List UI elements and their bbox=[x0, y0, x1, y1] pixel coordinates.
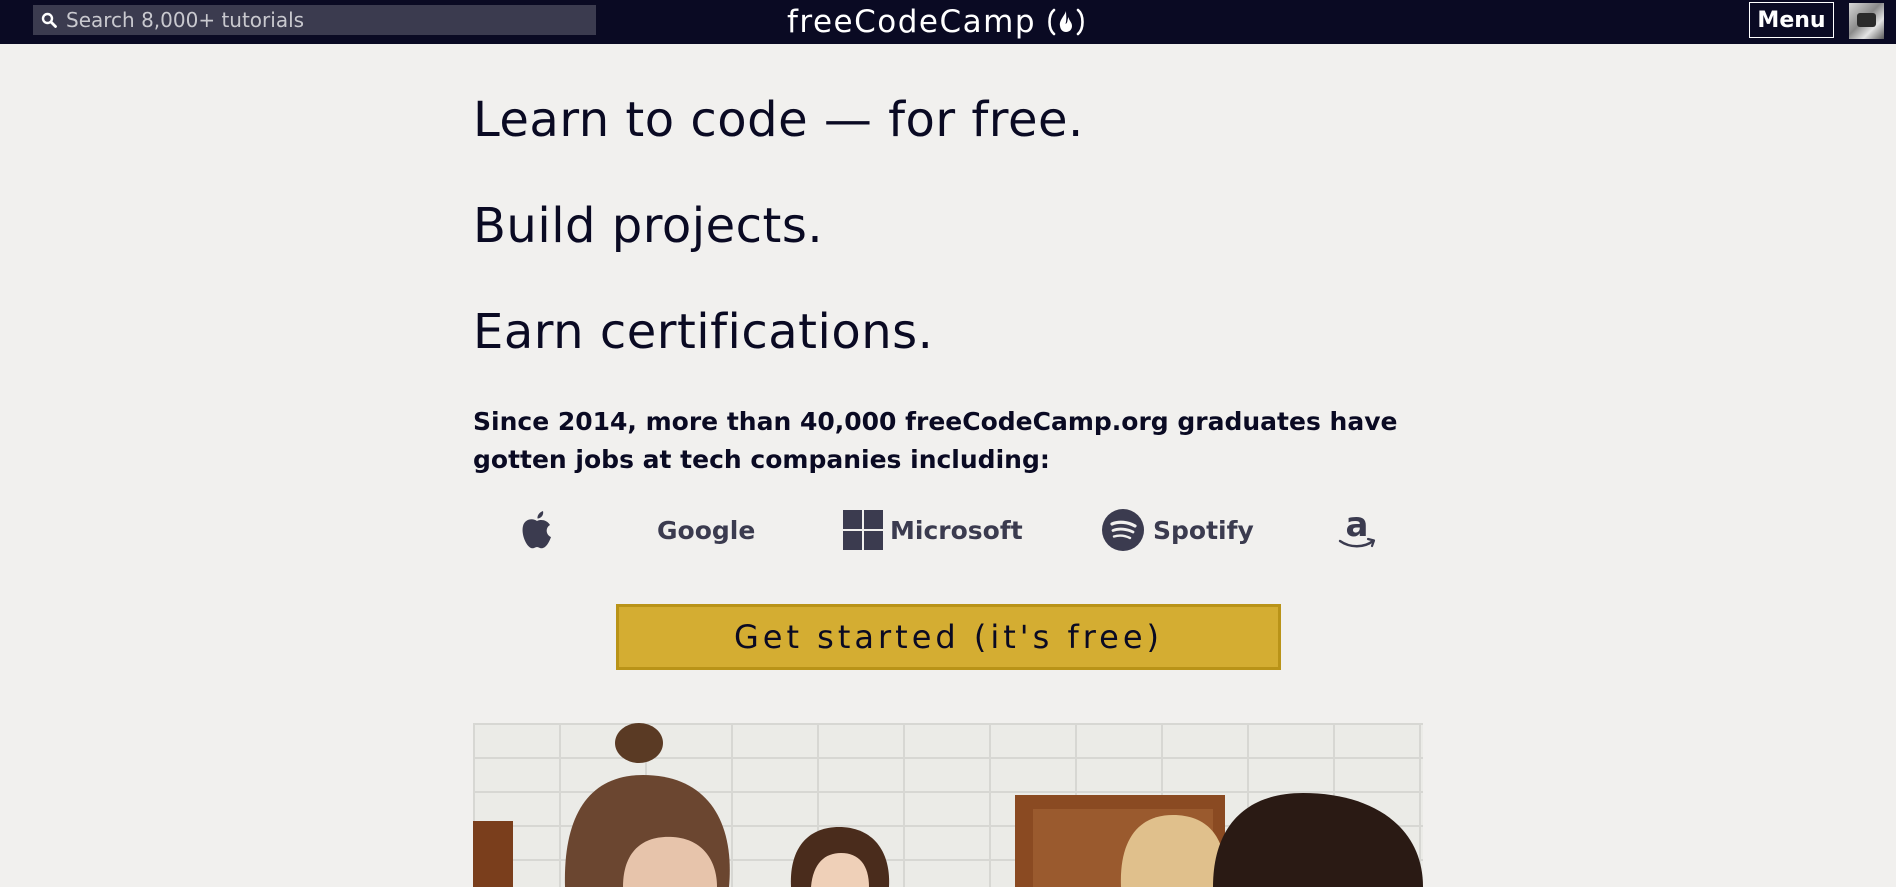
search-input[interactable] bbox=[66, 8, 596, 32]
hero-image bbox=[473, 723, 1423, 887]
search-bar[interactable] bbox=[33, 5, 596, 35]
company-google: Google bbox=[657, 500, 755, 560]
hero-photo-illustration bbox=[473, 723, 1423, 887]
top-navbar: freeCodeCamp Menu bbox=[0, 0, 1896, 44]
svg-text:a: a bbox=[1346, 508, 1369, 545]
flame-icon bbox=[1046, 7, 1086, 37]
amazon-icon: a bbox=[1338, 508, 1376, 548]
spotify-icon bbox=[1102, 509, 1144, 551]
company-spotify: Spotify bbox=[1102, 500, 1254, 560]
company-logos: Google Microsoft Spotify a bbox=[473, 500, 1423, 560]
freecodecamp-logo[interactable]: freeCodeCamp bbox=[787, 0, 1086, 44]
google-logo-text: Google bbox=[657, 515, 756, 545]
company-microsoft: Microsoft bbox=[843, 500, 1023, 560]
microsoft-icon bbox=[843, 510, 883, 550]
microsoft-label: Microsoft bbox=[890, 515, 1023, 545]
logo-text: freeCodeCamp bbox=[787, 4, 1037, 40]
spotify-label: Spotify bbox=[1153, 515, 1254, 545]
search-icon bbox=[41, 12, 57, 28]
headline-build: Build projects. bbox=[473, 198, 824, 254]
headline-learn: Learn to code — for free. bbox=[473, 92, 1084, 148]
get-started-button[interactable]: Get started (it's free) bbox=[616, 604, 1281, 670]
headline-earn: Earn certifications. bbox=[473, 304, 934, 360]
company-apple bbox=[519, 500, 555, 560]
company-amazon: a bbox=[1337, 500, 1377, 560]
apple-icon bbox=[522, 511, 551, 549]
menu-button[interactable]: Menu bbox=[1749, 2, 1834, 38]
avatar[interactable] bbox=[1849, 3, 1884, 39]
since-text: Since 2014, more than 40,000 freeCodeCam… bbox=[473, 407, 1398, 474]
